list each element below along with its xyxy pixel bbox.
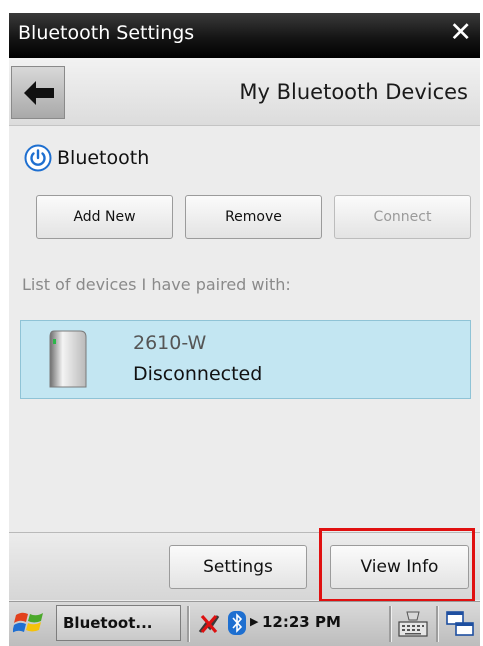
windows-switcher-icon[interactable] xyxy=(445,610,475,638)
page-header: My Bluetooth Devices xyxy=(9,58,480,126)
keyboard-icon[interactable] xyxy=(397,610,429,638)
add-new-button[interactable]: Add New xyxy=(36,195,173,239)
title-bar: Bluetooth Settings ✕ xyxy=(9,13,480,58)
list-label: List of devices I have paired with: xyxy=(22,275,291,294)
back-button[interactable] xyxy=(11,66,65,119)
taskbar: Bluetoot... ▶ 12:23 PM xyxy=(9,601,480,646)
window-title: Bluetooth Settings xyxy=(18,22,195,44)
taskbar-separator xyxy=(389,606,392,642)
app-window: Bluetooth Settings ✕ My Bluetooth Device… xyxy=(9,13,480,646)
settings-button[interactable]: Settings xyxy=(169,545,307,589)
windows-flag-icon[interactable] xyxy=(13,608,47,640)
taskbar-separator xyxy=(187,606,190,642)
device-name: 2610-W xyxy=(133,332,207,354)
taskbar-separator xyxy=(436,606,439,642)
device-status: Disconnected xyxy=(133,363,263,385)
bluetooth-label: Bluetooth xyxy=(57,147,150,169)
device-icon xyxy=(49,330,87,388)
remove-button[interactable]: Remove xyxy=(185,195,322,239)
list-item[interactable]: 2610-W Disconnected xyxy=(20,320,471,399)
bluetooth-icon[interactable] xyxy=(227,610,247,636)
clock[interactable]: 12:23 PM xyxy=(262,613,341,631)
tray-expand-icon[interactable]: ▶ xyxy=(250,615,258,628)
connect-button[interactable]: Connect xyxy=(334,195,471,239)
back-arrow-icon xyxy=(24,81,54,105)
connectivity-icon[interactable] xyxy=(196,610,224,636)
close-icon[interactable]: ✕ xyxy=(449,19,472,46)
power-icon xyxy=(24,144,52,172)
highlight-box xyxy=(319,528,475,602)
page-title: My Bluetooth Devices xyxy=(239,80,468,104)
taskbar-app-button[interactable]: Bluetoot... xyxy=(56,605,181,641)
